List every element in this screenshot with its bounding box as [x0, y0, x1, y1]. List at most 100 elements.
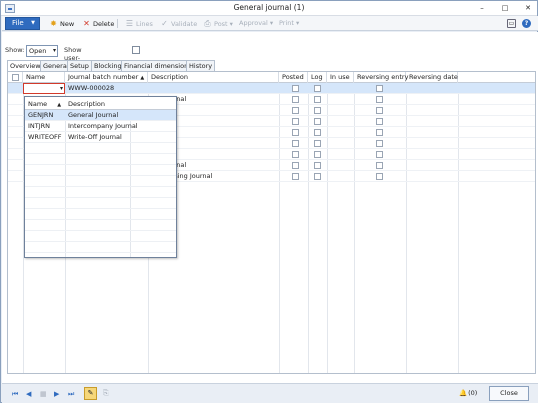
maximize-button[interactable]: □	[500, 3, 510, 13]
description-cell[interactable]	[148, 83, 279, 94]
tab-history[interactable]: History	[186, 60, 216, 71]
tab-financial-dimensions[interactable]: Financial dimensions	[121, 60, 195, 71]
lookup-row[interactable]: INTJRN Intercompany Journal	[25, 121, 176, 132]
reversing-entry-checkbox[interactable]	[376, 151, 383, 158]
column-name[interactable]: Name	[23, 72, 65, 83]
checkmark-icon: ✓	[161, 19, 168, 28]
chevron-down-icon: ▾	[59, 85, 63, 92]
general-journal-window: General journal (1) – □ ✕ File ▼ ✸ New ✕ D…	[0, 0, 538, 403]
log-checkbox	[314, 85, 321, 92]
lookup-column-description[interactable]: Description	[65, 99, 130, 110]
log-checkbox	[314, 151, 321, 158]
chevron-down-icon: ▾	[52, 47, 56, 54]
column-posted[interactable]: Posted	[279, 72, 308, 83]
column-journal-batch-number[interactable]: Journal batch number ▲	[65, 72, 148, 83]
close-window-button[interactable]: ✕	[523, 3, 533, 13]
delete-button[interactable]: ✕ Delete	[82, 18, 114, 29]
edit-pencil-icon[interactable]: ✎	[84, 387, 97, 400]
layout-icon[interactable]: ▭	[507, 19, 516, 28]
lookup-empty-row	[25, 242, 176, 253]
column-journal-batch-label: Journal batch number	[68, 73, 139, 81]
log-checkbox	[314, 129, 321, 136]
name-lookup-input[interactable]: ▾	[23, 83, 65, 94]
attachment-icon[interactable]: ⎘	[103, 389, 109, 398]
posted-checkbox	[292, 140, 299, 147]
notifications-count: (0)	[468, 389, 478, 397]
status-bar: ⏮ ◀ ▦ ▶ ⏭ ✎ ⎘ 🔔(0) Close	[2, 383, 538, 403]
lookup-empty-row	[25, 231, 176, 242]
posted-checkbox	[292, 129, 299, 136]
log-checkbox	[314, 118, 321, 125]
tab-blocking[interactable]: Blocking	[91, 60, 125, 71]
lookup-row[interactable]: WRITEOFF Write-Off Journal	[25, 132, 176, 143]
last-record-icon[interactable]: ⏭	[68, 389, 74, 399]
column-description[interactable]: Description	[148, 72, 279, 83]
approval-button[interactable]: Approval ▾	[239, 18, 273, 29]
grid-header: Name Journal batch number ▲ Description …	[8, 72, 535, 83]
show-label: Show:	[5, 46, 25, 54]
lookup-name-cell: WRITEOFF	[28, 133, 62, 141]
next-record-icon[interactable]: ▶	[54, 389, 59, 399]
tab-setup[interactable]: Setup	[67, 60, 92, 71]
close-button[interactable]: Close	[489, 386, 529, 401]
reversing-entry-checkbox[interactable]	[376, 162, 383, 169]
form-content: Show: Open ▾ Show user-created only: Ove…	[2, 32, 538, 383]
log-checkbox	[314, 162, 321, 169]
column-log[interactable]: Log	[308, 72, 327, 83]
sort-ascending-icon: ▲	[140, 75, 145, 81]
posted-checkbox	[292, 151, 299, 158]
reversing-entry-checkbox[interactable]	[376, 173, 383, 180]
validate-label: Validate	[171, 20, 198, 28]
lookup-row[interactable]: GENJRN General Journal	[25, 110, 176, 121]
new-label: New	[60, 20, 75, 28]
lookup-empty-row	[25, 176, 176, 187]
column-reversing-entry[interactable]: Reversing entry	[354, 72, 408, 83]
select-all-column	[8, 72, 23, 83]
post-button[interactable]: ⎙ Post ▾	[203, 18, 233, 29]
new-star-icon: ✸	[50, 19, 57, 28]
lines-button[interactable]: ☰ Lines	[125, 18, 153, 29]
delete-x-icon: ✕	[83, 19, 90, 28]
lookup-name-cell: INTJRN	[28, 122, 51, 130]
post-label: Post	[214, 20, 228, 28]
table-row[interactable]: ▾ WWW-000028	[8, 83, 535, 94]
lookup-name-cell: GENJRN	[28, 111, 54, 119]
bell-icon: 🔔	[459, 389, 468, 397]
column-in-use[interactable]: In use	[327, 72, 354, 83]
log-checkbox	[314, 107, 321, 114]
title-bar: General journal (1) – □ ✕	[1, 1, 537, 16]
minimize-button[interactable]: –	[477, 3, 487, 13]
user-created-checkbox[interactable]	[132, 46, 140, 54]
posted-checkbox	[292, 118, 299, 125]
lookup-empty-row	[25, 143, 176, 154]
first-record-icon[interactable]: ⏮	[12, 389, 18, 399]
grid-view-icon[interactable]: ▦	[40, 389, 47, 399]
select-all-checkbox[interactable]	[12, 74, 19, 81]
notifications[interactable]: 🔔(0)	[459, 389, 477, 397]
reversing-entry-checkbox[interactable]	[376, 96, 383, 103]
chevron-down-icon: ▾	[267, 19, 274, 27]
help-icon[interactable]: ?	[522, 19, 531, 28]
journal-name-lookup: Name ▲ Description GENJRN General Journa…	[24, 96, 177, 258]
approval-label: Approval	[239, 19, 268, 27]
journal-batch-cell: WWW-000028	[68, 84, 115, 92]
new-button[interactable]: ✸ New	[49, 18, 74, 29]
lookup-description-cell: Write-Off Journal	[68, 133, 122, 141]
reversing-entry-checkbox[interactable]	[376, 140, 383, 147]
previous-record-icon[interactable]: ◀	[26, 389, 31, 399]
print-button[interactable]: Print ▾	[279, 18, 299, 29]
show-value: Open	[29, 47, 47, 55]
column-reversing-date[interactable]: Reversing date	[406, 72, 458, 83]
reversing-entry-checkbox[interactable]	[376, 85, 383, 92]
lookup-column-name[interactable]: Name ▲	[25, 99, 65, 110]
file-menu-button[interactable]: File ▼	[5, 17, 40, 30]
validate-button[interactable]: ✓ Validate	[160, 18, 197, 29]
reversing-entry-checkbox[interactable]	[376, 129, 383, 136]
lookup-empty-row	[25, 198, 176, 209]
window-title: General journal (1)	[233, 3, 305, 12]
reversing-entry-checkbox[interactable]	[376, 107, 383, 114]
reversing-entry-checkbox[interactable]	[376, 118, 383, 125]
posted-checkbox	[292, 107, 299, 114]
show-filter-select[interactable]: Open ▾	[26, 45, 58, 57]
lookup-header: Name ▲ Description	[25, 99, 176, 110]
